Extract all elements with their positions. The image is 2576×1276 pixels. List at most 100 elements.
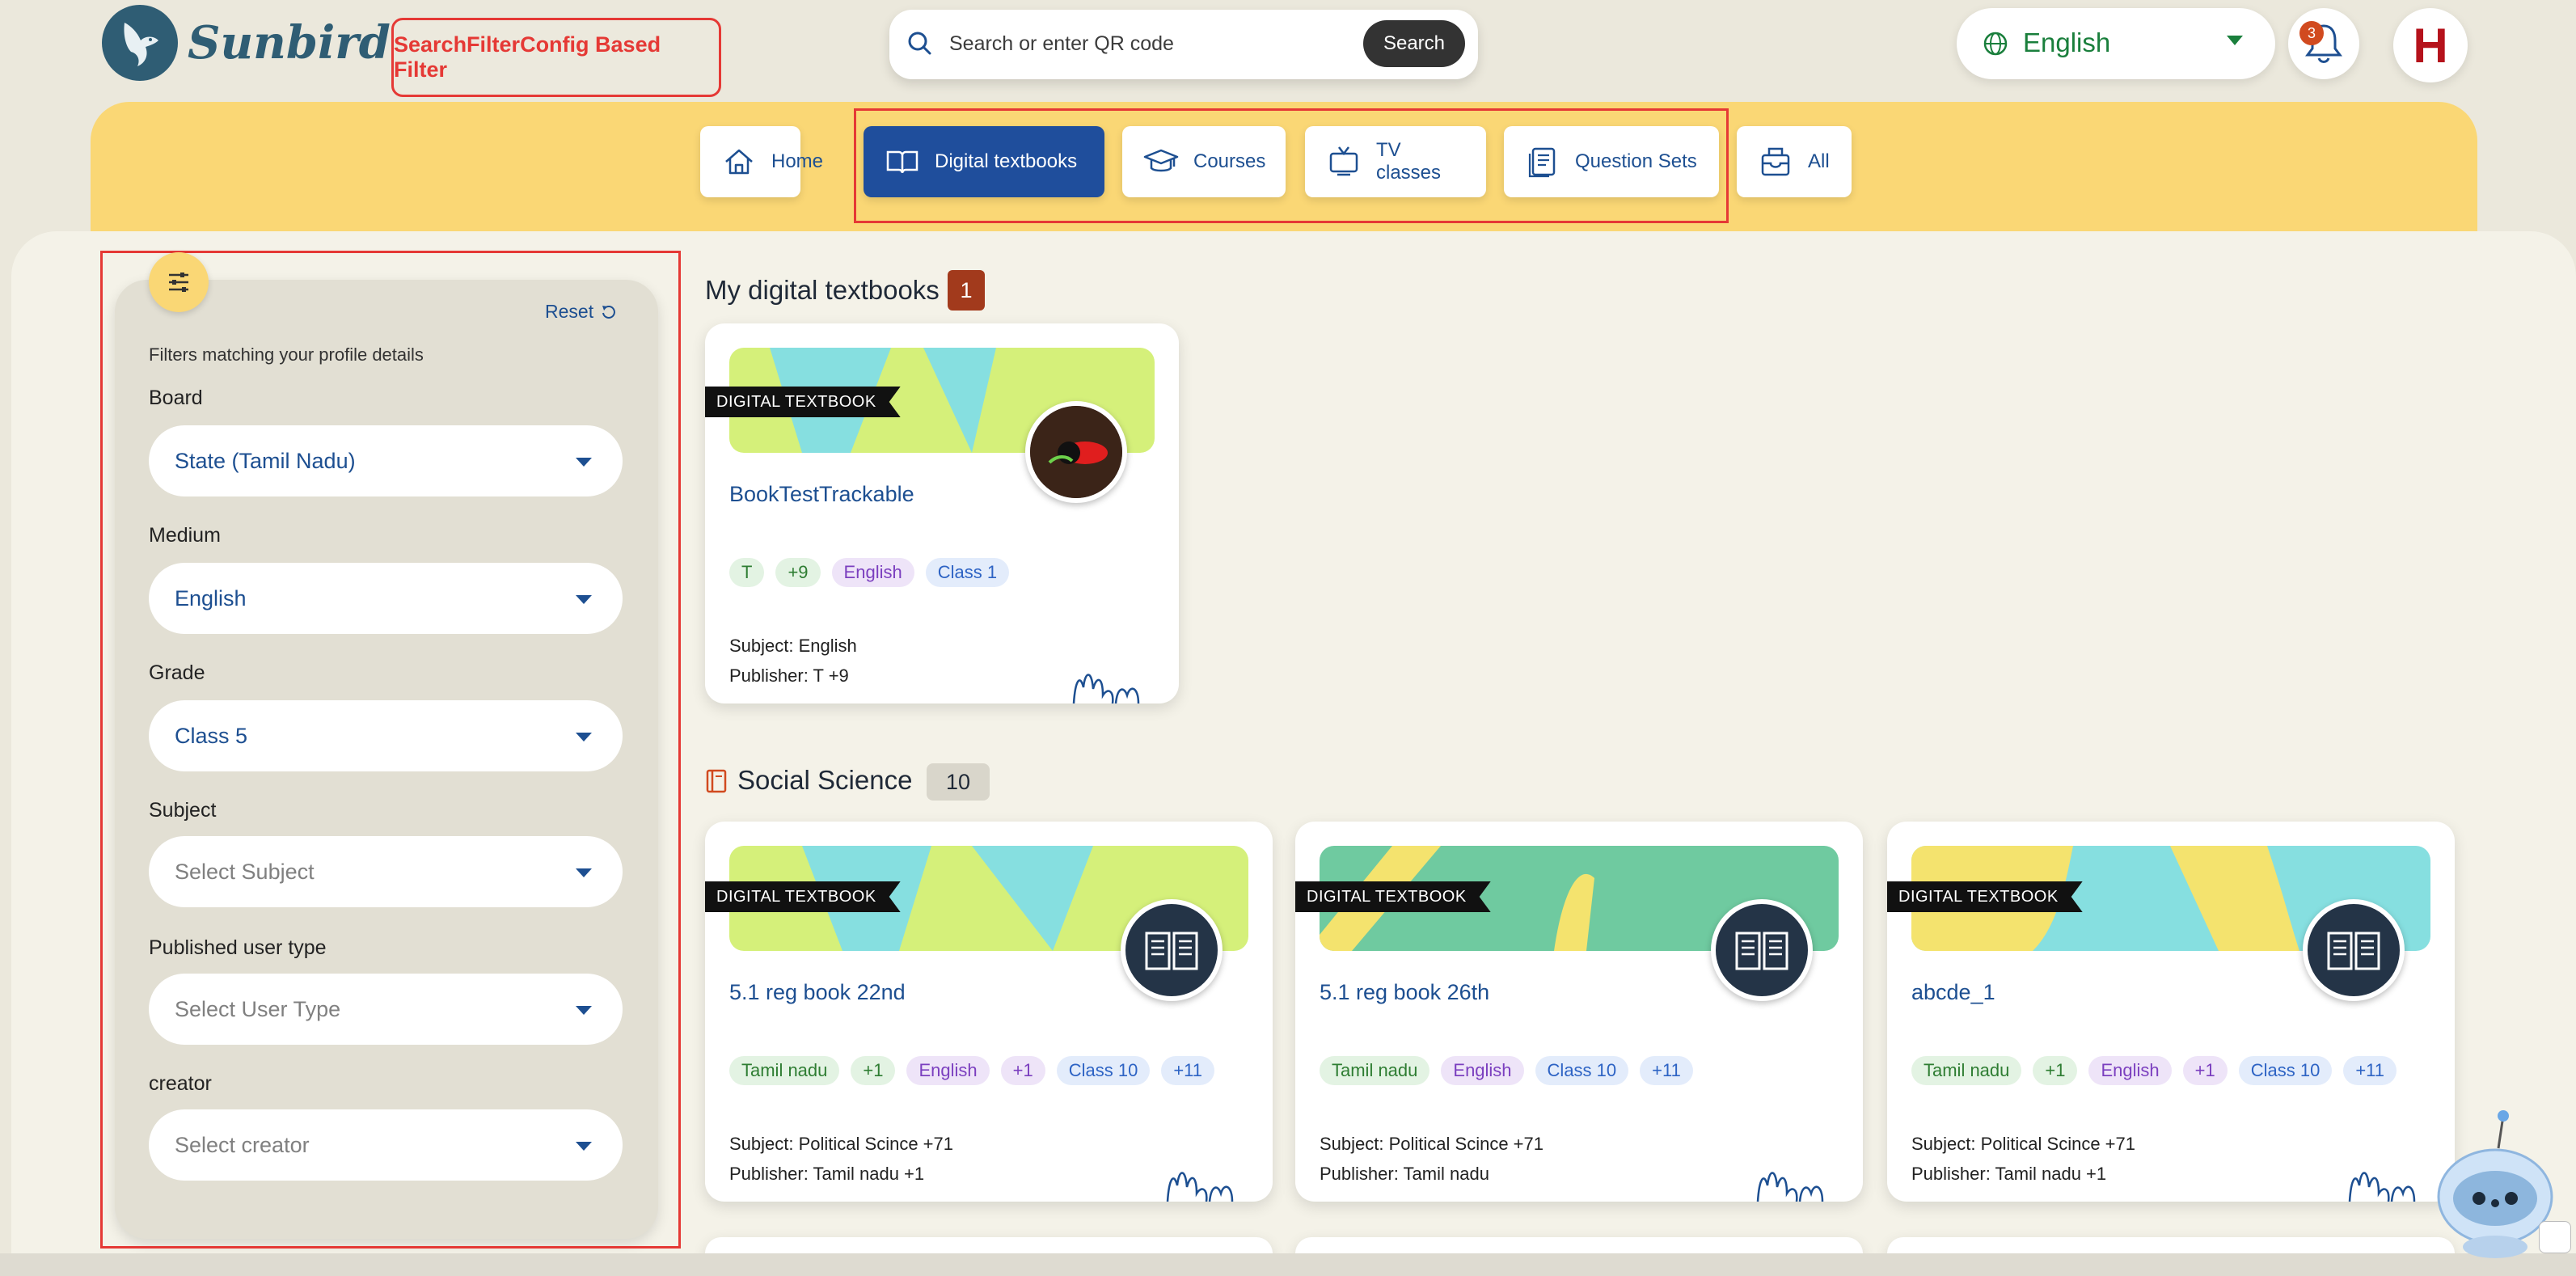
doodle-icon (1072, 674, 1140, 703)
doodle-icon (1166, 1172, 1234, 1202)
tag: +9 (775, 558, 821, 587)
creator-select[interactable]: Select creator (149, 1109, 623, 1181)
card-tags: Tamil nadu +1 English +1 Class 10 +11 (729, 1056, 1215, 1085)
card-meta: Subject: English Publisher: T +9 (729, 631, 857, 691)
card-meta: Subject: Political Scince +71 Publisher:… (1911, 1129, 2135, 1189)
tab-home[interactable]: Home (700, 126, 823, 197)
open-book-icon (1145, 932, 1198, 970)
brand-name: Sunbird (188, 16, 391, 70)
home-icon (725, 149, 753, 175)
card-title: abcde_1 (1911, 980, 1995, 1004)
content-card[interactable]: DIGITAL TEXTBOOK 5.1 reg book 22nd Tamil… (705, 822, 1273, 1202)
card-subject: Subject: Political Scince +71 (1320, 1134, 1543, 1154)
board-select[interactable]: State (Tamil Nadu) (149, 425, 623, 496)
filter-toggle-button[interactable] (149, 252, 209, 312)
filter-label-published-user-type: Published user type (149, 936, 327, 959)
select-value: Class 5 (175, 723, 248, 748)
content-type-ribbon: DIGITAL TEXTBOOK (1887, 881, 2083, 912)
card-publisher: Publisher: Tamil nadu +1 (729, 1164, 925, 1184)
select-value: English (175, 585, 247, 611)
tab-all[interactable]: All (1737, 126, 1852, 197)
reset-filters-button[interactable]: Reset (545, 301, 618, 323)
tag: English (2088, 1056, 2172, 1085)
filter-label-subject: Subject (149, 799, 217, 822)
annotation-label: SearchFilterConfig Based Filter (391, 18, 721, 97)
select-placeholder: Select creator (175, 1132, 310, 1157)
subject-select[interactable]: Select Subject (149, 836, 623, 907)
chevron-down-icon (576, 868, 592, 877)
tag: T (729, 558, 765, 587)
card-thumbnail (1711, 899, 1813, 1001)
tag: +1 (1000, 1056, 1045, 1085)
card-tags: Tamil nadu +1 English +1 Class 10 +11 (1911, 1056, 2397, 1085)
card-publisher: Publisher: Tamil nadu +1 (1911, 1164, 2107, 1184)
chevron-down-icon (576, 458, 592, 467)
user-type-select[interactable]: Select User Type (149, 974, 623, 1045)
tag: Tamil nadu (1911, 1056, 2022, 1085)
tab-label: All (1808, 150, 1830, 172)
sliders-icon (169, 273, 188, 292)
tag: +1 (2033, 1056, 2078, 1085)
section-count-badge: 1 (948, 270, 985, 311)
card-tags: T +9 English Class 1 (729, 558, 1010, 587)
section-title: My digital textbooks (705, 275, 940, 305)
sunbird-bird-icon (124, 23, 158, 66)
select-value: State (Tamil Nadu) (175, 448, 356, 473)
tag: +11 (2343, 1056, 2397, 1085)
tag: English (1441, 1056, 1524, 1085)
content-card[interactable]: DIGITAL TEXTBOOK abcde_1 Tamil nadu +1 E… (1887, 822, 2455, 1202)
doodle-icon (1756, 1172, 1824, 1202)
open-book-icon (1735, 932, 1788, 970)
reset-icon (602, 305, 615, 319)
open-book-icon (2327, 932, 2380, 970)
tag: +11 (1640, 1056, 1693, 1085)
card-thumbnail (2303, 899, 2405, 1001)
screen-capture-button[interactable] (2539, 1221, 2571, 1253)
card-subject: Subject: Political Scince +71 (1911, 1134, 2135, 1154)
reset-label: Reset (545, 301, 594, 322)
tag: +11 (1161, 1056, 1215, 1085)
chevron-down-icon (576, 1142, 592, 1151)
section-count-badge: 10 (927, 763, 990, 801)
card-publisher: Publisher: T +9 (729, 665, 849, 686)
tag: Tamil nadu (1320, 1056, 1430, 1085)
language-value: English (2023, 27, 2111, 57)
nav-annotation-highlight (854, 108, 1729, 223)
book-icon (706, 769, 727, 793)
grade-select[interactable]: Class 5 (149, 700, 623, 771)
chevron-down-icon (576, 1006, 592, 1015)
filter-label-creator: creator (149, 1072, 212, 1095)
thumbnail-art (1030, 406, 1122, 498)
card-meta: Subject: Political Scince +71 Publisher:… (729, 1129, 953, 1189)
user-avatar[interactable]: H (2393, 8, 2468, 82)
tag: Class 10 (1056, 1056, 1151, 1085)
tag: Class 1 (925, 558, 1010, 587)
medium-select[interactable]: English (149, 563, 623, 634)
doodle-icon (2348, 1172, 2416, 1202)
tag: Tamil nadu (729, 1056, 840, 1085)
search-button[interactable]: Search (1363, 20, 1465, 67)
filter-label-board: Board (149, 387, 203, 409)
chevron-down-icon (576, 733, 592, 742)
content-type-ribbon: DIGITAL TEXTBOOK (705, 881, 901, 912)
content-type-ribbon: DIGITAL TEXTBOOK (1295, 881, 1491, 912)
globe-icon (1983, 32, 2008, 56)
tag: +1 (2182, 1056, 2228, 1085)
chevron-down-icon (576, 595, 592, 604)
content-card[interactable]: DIGITAL TEXTBOOK 5.1 reg book 26th Tamil… (1295, 822, 1863, 1202)
filter-label-grade: Grade (149, 661, 205, 684)
content-type-ribbon: DIGITAL TEXTBOOK (705, 387, 901, 417)
bottom-scrollbar[interactable] (0, 1253, 2576, 1276)
tag: +1 (851, 1056, 896, 1085)
tab-label: Home (771, 150, 824, 172)
search-input[interactable] (948, 23, 1339, 65)
card-subject: Subject: Political Scince +71 (729, 1134, 953, 1154)
card-thumbnail (1025, 401, 1127, 503)
card-title: 5.1 reg book 22nd (729, 980, 906, 1004)
card-meta: Subject: Political Scince +71 Publisher:… (1320, 1129, 1543, 1189)
tag: Class 10 (1535, 1056, 1629, 1085)
chevron-down-icon (2227, 36, 2243, 45)
search-icon (908, 32, 931, 55)
tag: English (906, 1056, 990, 1085)
content-card[interactable]: DIGITAL TEXTBOOK BookTestTrackable T +9 … (705, 323, 1179, 703)
